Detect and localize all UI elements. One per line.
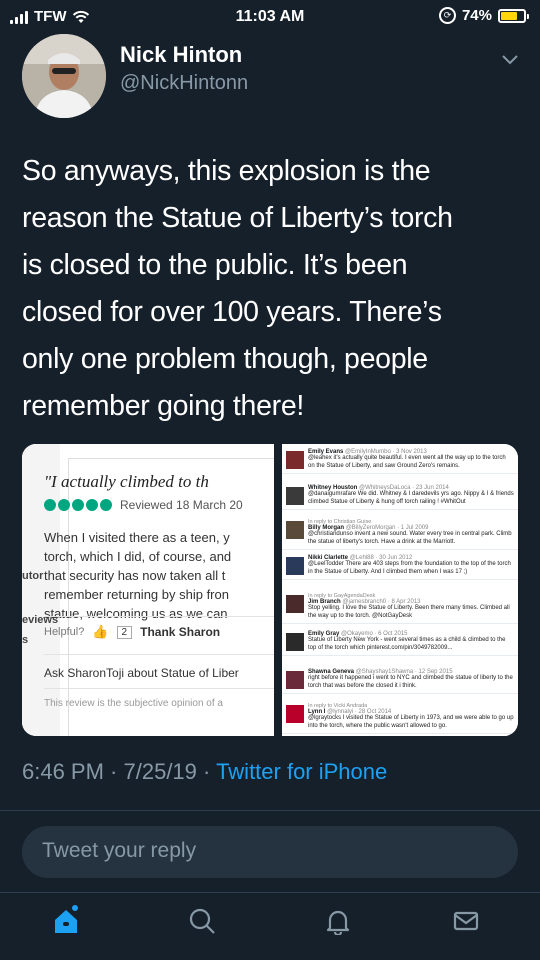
battery-icon: [498, 8, 529, 23]
embedded-tweet: Emily Gray @Okayemo · 6 Oct 2015 Statue o…: [282, 628, 518, 656]
embedded-tweet-avatar: [286, 595, 304, 613]
review-disclaimer: This review is the subjective opinion of…: [44, 698, 223, 709]
embedded-tweet: In reply to Vicki Andrada Lynn I @lynnaly…: [282, 700, 518, 734]
embedded-tweet-avatar: [286, 633, 304, 651]
reply-placeholder: Tweet your reply: [42, 839, 197, 862]
embedded-tweet: Shawna Geneva @Shayshay1Shawna · 12 Sep …: [282, 666, 518, 694]
reply-input[interactable]: Tweet your reply: [22, 826, 518, 878]
review-date: Reviewed 18 March 20: [120, 498, 243, 512]
embedded-tweet-avatar: [286, 521, 304, 539]
embedded-tweet-text: @LeelTodder There are 403 steps from the…: [308, 561, 511, 575]
tweet-media[interactable]: utor eviews s "I actually climbed to th …: [22, 444, 518, 736]
messages-icon: [452, 907, 480, 940]
embedded-tweet-text: @christiandunso invent a new sound. Wate…: [308, 531, 512, 545]
rating-bubble-icon: [58, 499, 70, 511]
tweet-line: remember going there!: [22, 390, 305, 422]
review-line: that security has now taken all t: [44, 568, 226, 583]
divider: [0, 810, 540, 811]
divider: [44, 616, 274, 617]
tweet-line: So anyways, this explosion is the: [22, 155, 431, 187]
tweet-line: reason the Statue of Liberty’s torch: [22, 202, 453, 234]
tweet-line: closed for over 100 years. There’s: [22, 296, 442, 328]
tweet-time: 6:46 PM: [22, 759, 104, 784]
rating-bubbles: Reviewed 18 March 20: [44, 498, 243, 512]
embedded-tweet-text: Stop yelling. I love the Statue of Liber…: [308, 605, 510, 619]
divider: [44, 654, 274, 655]
review-body: When I visited there as a teen, y torch,…: [44, 528, 274, 623]
review-line: statue, welcoming us as we can: [44, 606, 228, 621]
embedded-tweet-avatar: [286, 487, 304, 505]
review-sidebar-label: s: [22, 634, 29, 646]
author-handle[interactable]: @NickHintonn: [120, 72, 248, 95]
embedded-tweet-text: Statue of Liberty New York - went severa…: [308, 637, 506, 651]
embedded-tweet-avatar: [286, 451, 304, 469]
rating-bubble-icon: [44, 499, 56, 511]
avatar[interactable]: [22, 34, 106, 118]
media-gap: [274, 444, 282, 736]
embedded-tweet-avatar: [286, 671, 304, 689]
tweet-text: So anyways, this explosion is the reason…: [22, 148, 522, 430]
search-icon: [188, 907, 216, 940]
review-ask: Ask SharonToji about Statue of Liber: [44, 666, 239, 680]
embedded-tweet-avatar: [286, 557, 304, 575]
meta-separator: ·: [103, 759, 124, 784]
status-right: ⟳ 74%: [438, 7, 529, 24]
tab-home[interactable]: [46, 903, 86, 943]
embedded-tweet-text: @danaigumrafare We did. Whitney & I dare…: [308, 491, 514, 505]
review-sidebar-label: utor: [22, 570, 44, 582]
embedded-tweet: In reply to GayAgendaDesk Jim Branch @jam…: [282, 590, 518, 624]
author-name[interactable]: Nick Hinton: [120, 42, 242, 68]
helpful-label: Helpful?: [44, 626, 85, 638]
embedded-tweet-text: right before it happened i went to NYC a…: [308, 675, 513, 689]
tweet-line: is closed to the public. It’s been: [22, 249, 408, 281]
notifications-icon: [324, 907, 352, 940]
tweet-meta: 6:46 PM · 7/25/19 · Twitter for iPhone: [22, 759, 387, 785]
embedded-tweet-text: @lgraytocks I visited the Statue of Libe…: [308, 715, 514, 729]
divider: [44, 688, 274, 689]
rating-bubble-icon: [72, 499, 84, 511]
tweet-source-link[interactable]: Twitter for iPhone: [216, 759, 387, 784]
thumbs-up-icon: 👍: [92, 624, 109, 639]
review-title: "I actually climbed to th: [44, 472, 209, 491]
tweets-screenshot: Emily Evans @EmilyInMumbo · 3 Nov 2013 @l…: [282, 444, 518, 736]
chevron-down-icon[interactable]: [502, 52, 518, 70]
embedded-tweet: Nikki Clarlette @Lehl88 · 30 Jun 2012 @Le…: [282, 552, 518, 580]
tab-search[interactable]: [182, 903, 222, 943]
helpful-count: 2: [116, 625, 133, 639]
embedded-tweet: Emily Evans @EmilyInMumbo · 3 Nov 2013 @l…: [282, 446, 518, 474]
orientation-lock-icon: ⟳: [438, 7, 456, 24]
home-icon: [52, 907, 80, 940]
divider: [0, 892, 540, 893]
review-line: torch, which I did, of course, and: [44, 549, 232, 564]
review-screenshot: utor eviews s "I actually climbed to th …: [22, 444, 274, 736]
status-bar: TFW 11:03 AM ⟳ 74%: [0, 0, 540, 36]
embedded-tweet-avatar: [286, 705, 304, 723]
thank-label: Thank Sharon: [140, 625, 221, 639]
embedded-tweet: Whitney Houston @WhitneysDaLoca · 23 Jun…: [282, 482, 518, 510]
rating-bubble-icon: [100, 499, 112, 511]
review-line: When I visited there as a teen, y: [44, 530, 230, 545]
tweet-date: 7/25/19: [123, 759, 197, 784]
embedded-tweet-text: @leahex it's actually quite beautiful. I…: [308, 455, 506, 469]
review-helpful: Helpful? 👍 2 Thank Sharon: [44, 624, 220, 640]
battery-level: [501, 11, 518, 20]
rating-bubble-icon: [86, 499, 98, 511]
tab-notifications[interactable]: [318, 903, 358, 943]
review-line: remember returning by ship fron: [44, 587, 229, 602]
tweet-line: only one problem though, people: [22, 343, 428, 375]
notification-dot: [72, 905, 78, 911]
embedded-tweet: In reply to Christian Guise Billy Morgan …: [282, 516, 518, 550]
meta-separator: ·: [196, 759, 217, 784]
battery-percent: 74%: [461, 7, 492, 24]
tab-messages[interactable]: [446, 903, 486, 943]
